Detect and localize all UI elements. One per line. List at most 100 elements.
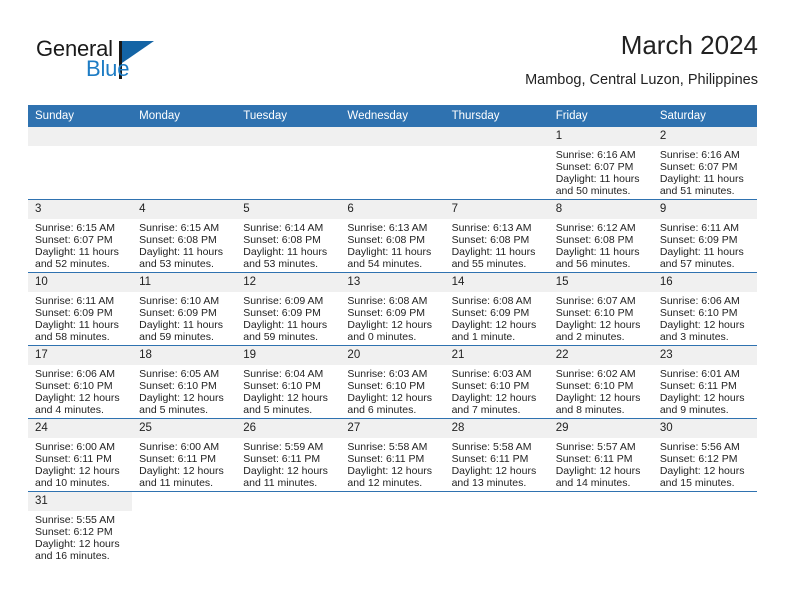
calendar-day-cell[interactable]: 21 Sunrise: 6:03 AM Sunset: 6:10 PM Dayligh… <box>444 345 549 419</box>
day-sun-info: Sunrise: 6:06 AM Sunset: 6:10 PM Daylight:… <box>28 365 132 416</box>
day-sunset-text: Sunset: 6:07 PM <box>555 161 634 174</box>
day-number-empty <box>132 492 237 511</box>
day-daylight-line1-text: Daylight: 12 hours <box>659 392 745 405</box>
day-sunset-text: Sunset: 6:10 PM <box>659 307 738 320</box>
day-number: 15 <box>548 273 653 292</box>
day-number-empty <box>28 127 133 146</box>
day-sun-info: Sunrise: 6:10 AM Sunset: 6:09 PM Daylight:… <box>132 292 236 343</box>
calendar-day-cell[interactable]: 1 Sunrise: 6:16 AM Sunset: 6:07 PM Daylight… <box>548 127 653 200</box>
day-sunrise-text: Sunrise: 6:07 AM <box>555 295 636 307</box>
day-sunrise-text: Sunrise: 6:08 AM <box>347 295 428 307</box>
day-sun-info: Sunrise: 6:13 AM Sunset: 6:08 PM Daylight:… <box>445 219 549 270</box>
day-sunset-text: Sunset: 6:08 PM <box>451 234 530 247</box>
day-sunset-text: Sunset: 6:11 PM <box>243 453 321 466</box>
calendar-week-row: 31 Sunrise: 5:55 AM Sunset: 6:12 PM Dayligh… <box>28 491 757 564</box>
day-sunrise-text: Sunrise: 6:14 AM <box>243 222 324 234</box>
weekday-header-friday: Friday <box>548 105 653 127</box>
calendar-day-cell[interactable]: 10 Sunrise: 6:11 AM Sunset: 6:09 PM Dayligh… <box>28 272 133 346</box>
calendar-day-cell[interactable]: 5 Sunrise: 6:14 AM Sunset: 6:08 PM Daylight… <box>236 199 341 273</box>
page-title: March 2024 <box>620 30 758 60</box>
day-sunrise-text: Sunrise: 5:58 AM <box>347 441 428 453</box>
calendar-day-cell[interactable]: 30 Sunrise: 5:56 AM Sunset: 6:12 PM Dayligh… <box>652 418 757 492</box>
day-sunset-text: Sunset: 6:12 PM <box>659 453 738 466</box>
day-daylight-line2-text: and 11 minutes. <box>139 477 214 490</box>
day-sunrise-text: Sunrise: 6:10 AM <box>139 295 220 307</box>
day-daylight-line2-text: and 9 minutes. <box>659 404 729 417</box>
calendar-day-cell[interactable]: 25 Sunrise: 6:00 AM Sunset: 6:11 PM Dayligh… <box>132 418 237 492</box>
calendar-day-cell[interactable]: 4 Sunrise: 6:15 AM Sunset: 6:08 PM Daylight… <box>132 199 237 273</box>
calendar-day-cell[interactable]: 15 Sunrise: 6:07 AM Sunset: 6:10 PM Dayligh… <box>548 272 653 346</box>
day-number: 3 <box>28 200 133 219</box>
day-sunset-text: Sunset: 6:08 PM <box>243 234 321 247</box>
day-daylight-line2-text: and 51 minutes. <box>659 185 735 198</box>
day-sunrise-text: Sunrise: 6:15 AM <box>139 222 220 234</box>
day-number: 1 <box>548 127 653 146</box>
calendar-day-cell[interactable]: 14 Sunrise: 6:08 AM Sunset: 6:09 PM Dayligh… <box>444 272 549 346</box>
calendar-day-cell[interactable]: 26 Sunrise: 5:59 AM Sunset: 6:11 PM Dayligh… <box>236 418 341 492</box>
day-number: 22 <box>548 346 653 365</box>
calendar-day-cell[interactable]: 27 Sunrise: 5:58 AM Sunset: 6:11 PM Dayligh… <box>340 418 445 492</box>
day-daylight-line2-text: and 12 minutes. <box>347 477 423 490</box>
day-daylight-line2-text: and 59 minutes. <box>243 331 318 344</box>
calendar-day-cell[interactable]: 3 Sunrise: 6:15 AM Sunset: 6:07 PM Daylight… <box>28 199 133 273</box>
day-sun-info: Sunrise: 6:11 AM Sunset: 6:09 PM Daylight:… <box>653 219 757 270</box>
day-daylight-line1-text: Daylight: 11 hours <box>243 319 328 332</box>
day-daylight-line2-text: and 2 minutes. <box>555 331 625 344</box>
calendar-day-cell[interactable]: 24 Sunrise: 6:00 AM Sunset: 6:11 PM Dayligh… <box>28 418 133 492</box>
day-number: 18 <box>132 346 237 365</box>
day-daylight-line1-text: Daylight: 12 hours <box>555 319 641 332</box>
day-number: 21 <box>444 346 549 365</box>
calendar-day-cell[interactable]: 19 Sunrise: 6:04 AM Sunset: 6:10 PM Dayligh… <box>236 345 341 419</box>
calendar-body: 1 Sunrise: 6:16 AM Sunset: 6:07 PM Daylight… <box>28 127 757 564</box>
day-sunrise-text: Sunrise: 6:03 AM <box>347 368 428 380</box>
day-sunset-text: Sunset: 6:09 PM <box>451 307 530 320</box>
day-daylight-line2-text: and 8 minutes. <box>555 404 625 417</box>
calendar-empty-cell <box>236 127 341 200</box>
calendar-day-cell[interactable]: 23 Sunrise: 6:01 AM Sunset: 6:11 PM Dayligh… <box>652 345 757 419</box>
day-number: 17 <box>28 346 133 365</box>
day-daylight-line1-text: Daylight: 12 hours <box>243 392 328 405</box>
day-daylight-line2-text: and 5 minutes. <box>243 404 313 417</box>
day-sun-info: Sunrise: 6:06 AM Sunset: 6:10 PM Daylight:… <box>653 292 757 343</box>
day-sunset-text: Sunset: 6:11 PM <box>451 453 529 466</box>
calendar-day-cell[interactable]: 17 Sunrise: 6:06 AM Sunset: 6:10 PM Dayligh… <box>28 345 133 419</box>
day-daylight-line2-text: and 50 minutes. <box>555 185 631 198</box>
calendar-day-cell[interactable]: 6 Sunrise: 6:13 AM Sunset: 6:08 PM Daylight… <box>340 199 445 273</box>
calendar-day-cell[interactable]: 12 Sunrise: 6:09 AM Sunset: 6:09 PM Dayligh… <box>236 272 341 346</box>
day-number: 31 <box>28 492 133 511</box>
calendar-day-cell[interactable]: 8 Sunrise: 6:12 AM Sunset: 6:08 PM Daylight… <box>548 199 653 273</box>
general-blue-logo[interactable]: General Blue <box>36 36 216 92</box>
day-sun-info: Sunrise: 6:16 AM Sunset: 6:07 PM Daylight:… <box>549 146 653 197</box>
day-number: 25 <box>132 419 237 438</box>
calendar-day-cell[interactable]: 11 Sunrise: 6:10 AM Sunset: 6:09 PM Dayligh… <box>132 272 237 346</box>
day-sun-info: Sunrise: 6:14 AM Sunset: 6:08 PM Daylight:… <box>236 219 340 270</box>
day-number: 11 <box>132 273 237 292</box>
calendar-day-cell[interactable]: 20 Sunrise: 6:03 AM Sunset: 6:10 PM Dayligh… <box>340 345 445 419</box>
day-sunrise-text: Sunrise: 6:04 AM <box>243 368 324 380</box>
calendar-day-cell[interactable]: 13 Sunrise: 6:08 AM Sunset: 6:09 PM Dayligh… <box>340 272 445 346</box>
day-sunset-text: Sunset: 6:10 PM <box>451 380 530 393</box>
day-sunrise-text: Sunrise: 6:03 AM <box>451 368 532 380</box>
calendar-day-cell[interactable]: 9 Sunrise: 6:11 AM Sunset: 6:09 PM Daylight… <box>652 199 757 273</box>
day-sunset-text: Sunset: 6:07 PM <box>659 161 738 174</box>
day-daylight-line1-text: Daylight: 12 hours <box>35 465 120 478</box>
day-daylight-line2-text: and 1 minute. <box>451 331 516 344</box>
calendar-day-cell[interactable]: 2 Sunrise: 6:16 AM Sunset: 6:07 PM Daylight… <box>652 127 757 200</box>
calendar-day-cell[interactable]: 29 Sunrise: 5:57 AM Sunset: 6:11 PM Dayligh… <box>548 418 653 492</box>
day-sunset-text: Sunset: 6:07 PM <box>35 234 113 247</box>
calendar-day-cell[interactable]: 28 Sunrise: 5:58 AM Sunset: 6:11 PM Dayligh… <box>444 418 549 492</box>
calendar-table: Sunday Monday Tuesday Wednesday Thursday Frid… <box>28 105 757 564</box>
calendar-day-cell[interactable]: 22 Sunrise: 6:02 AM Sunset: 6:10 PM Dayligh… <box>548 345 653 419</box>
day-number-empty <box>652 492 757 511</box>
calendar-day-cell[interactable]: 7 Sunrise: 6:13 AM Sunset: 6:08 PM Daylight… <box>444 199 549 273</box>
day-sun-info: Sunrise: 5:58 AM Sunset: 6:11 PM Daylight:… <box>445 438 549 489</box>
day-sunset-text: Sunset: 6:09 PM <box>347 307 426 320</box>
day-number: 30 <box>652 419 757 438</box>
calendar-day-cell[interactable]: 18 Sunrise: 6:05 AM Sunset: 6:10 PM Dayligh… <box>132 345 237 419</box>
day-daylight-line1-text: Daylight: 12 hours <box>659 465 745 478</box>
day-sunrise-text: Sunrise: 6:11 AM <box>659 222 740 234</box>
weekday-header-tuesday: Tuesday <box>236 105 341 127</box>
calendar-day-cell[interactable]: 31 Sunrise: 5:55 AM Sunset: 6:12 PM Dayligh… <box>28 491 133 564</box>
calendar-day-cell[interactable]: 16 Sunrise: 6:06 AM Sunset: 6:10 PM Dayligh… <box>652 272 757 346</box>
day-daylight-line1-text: Daylight: 12 hours <box>139 465 224 478</box>
